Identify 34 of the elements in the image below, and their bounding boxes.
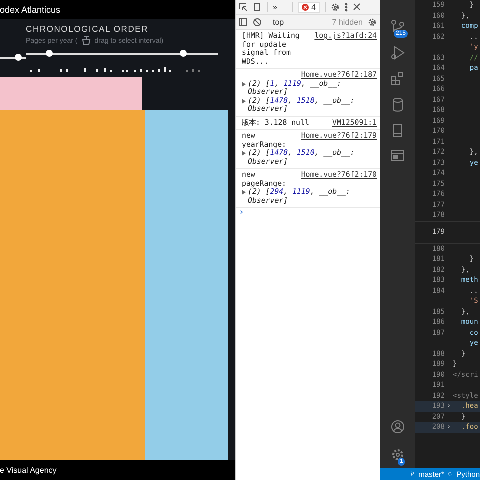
drag-icon[interactable] <box>80 36 92 46</box>
run-debug-icon[interactable] <box>390 46 404 60</box>
settings-icon[interactable] <box>330 2 340 12</box>
context-selector[interactable]: top <box>273 18 284 26</box>
slider-thumb[interactable] <box>180 50 187 57</box>
expand-icon[interactable] <box>242 190 246 195</box>
sync-icon[interactable] <box>448 470 453 478</box>
device-icon[interactable] <box>253 2 262 12</box>
close-icon[interactable] <box>352 3 361 11</box>
error-icon <box>302 4 310 10</box>
inspect-icon[interactable] <box>239 2 248 12</box>
account-icon[interactable] <box>390 420 404 434</box>
expand-icon[interactable] <box>242 151 246 156</box>
hidden-count: 7 hidden <box>332 18 363 26</box>
more-tabs[interactable]: » <box>273 2 278 12</box>
settings-icon[interactable] <box>368 18 377 26</box>
branch-icon[interactable] <box>390 20 404 34</box>
device-icon[interactable] <box>392 124 402 138</box>
error-counter[interactable]: 4 <box>298 2 320 12</box>
settings-icon[interactable] <box>390 448 404 462</box>
console-prompt[interactable]: › <box>236 208 380 218</box>
menu-icon[interactable] <box>344 2 348 12</box>
expand-icon[interactable] <box>242 82 246 86</box>
browser-icon[interactable] <box>390 150 404 162</box>
expand-icon[interactable] <box>242 98 246 104</box>
footer-text: e Visual Agency <box>0 466 57 474</box>
database-icon[interactable] <box>392 98 404 112</box>
app-title: odex Atlanticus <box>0 4 61 14</box>
slider-thumb[interactable] <box>46 50 53 57</box>
slider-thumb[interactable] <box>14 54 22 61</box>
section-title: CHRONOLOGICAL ORDER <box>26 24 149 34</box>
sidebar-icon[interactable] <box>239 18 248 26</box>
clear-icon[interactable] <box>253 18 262 26</box>
extensions-icon[interactable] <box>390 72 404 86</box>
